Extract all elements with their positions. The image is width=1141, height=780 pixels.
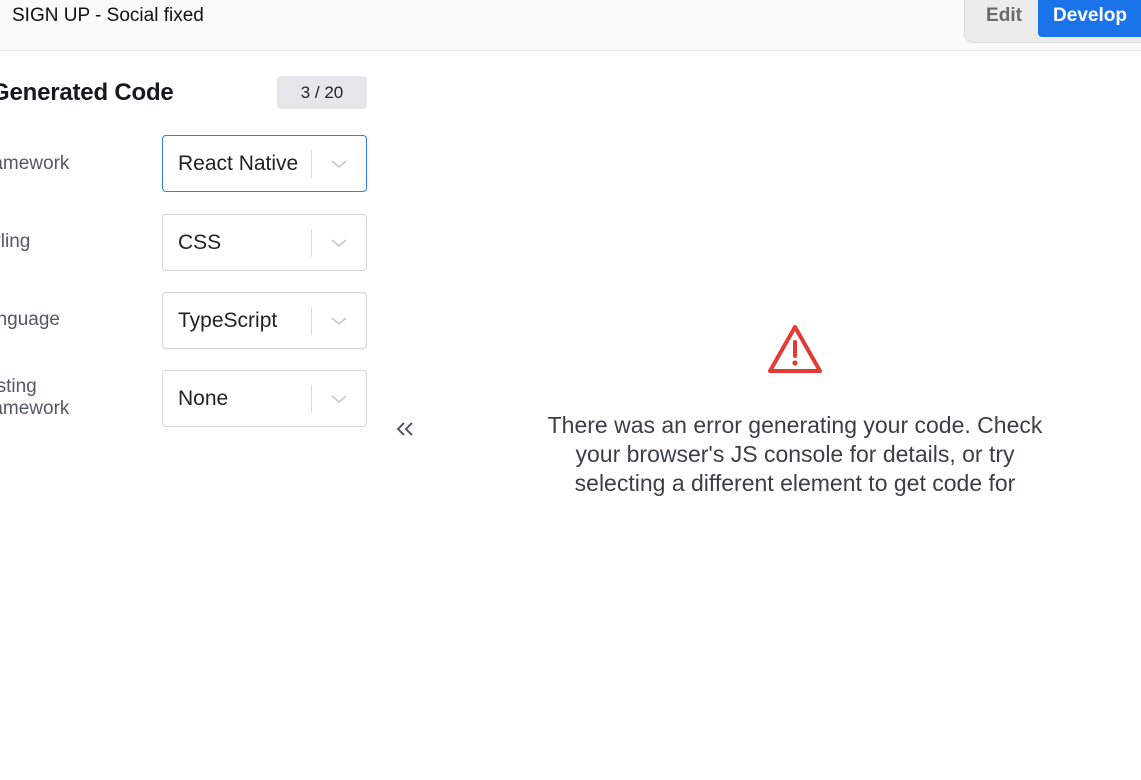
testing-framework-value: None [178, 387, 229, 410]
double-chevron-left-icon[interactable] [390, 414, 420, 444]
panel-title: Generated Code [0, 79, 174, 106]
top-bar: SIGN UP - Social fixed Edit Develop [0, 0, 1141, 51]
select-divider [311, 150, 312, 178]
language-value: TypeScript [178, 309, 278, 332]
language-label: anguage [0, 309, 60, 330]
develop-mode-button[interactable]: Develop [1038, 0, 1141, 37]
warning-triangle-icon [768, 325, 822, 373]
count-badge: 3 / 20 [277, 76, 367, 109]
chevron-down-icon [331, 160, 347, 169]
testing-framework-label: esting ramework [0, 376, 70, 419]
chevron-down-icon [331, 239, 347, 248]
styling-label: tyling [0, 231, 31, 252]
framework-value: React Native [178, 152, 299, 175]
document-title: SIGN UP - Social fixed [12, 5, 204, 26]
language-select[interactable]: TypeScript [162, 292, 367, 349]
chevron-down-icon [331, 317, 347, 326]
framework-label: ramework [0, 153, 70, 174]
select-divider [311, 307, 312, 335]
edit-mode-button[interactable]: Edit [969, 0, 1039, 37]
framework-select[interactable]: React Native [162, 135, 367, 192]
styling-select[interactable]: CSS [162, 214, 367, 271]
chevron-down-icon [331, 395, 347, 404]
testing-framework-select[interactable]: None [162, 370, 367, 427]
select-divider [311, 385, 312, 413]
select-divider [311, 229, 312, 257]
error-message: There was an error generating your code.… [547, 412, 1043, 496]
mode-toggle: Edit Develop [964, 0, 1141, 43]
styling-value: CSS [178, 231, 222, 254]
